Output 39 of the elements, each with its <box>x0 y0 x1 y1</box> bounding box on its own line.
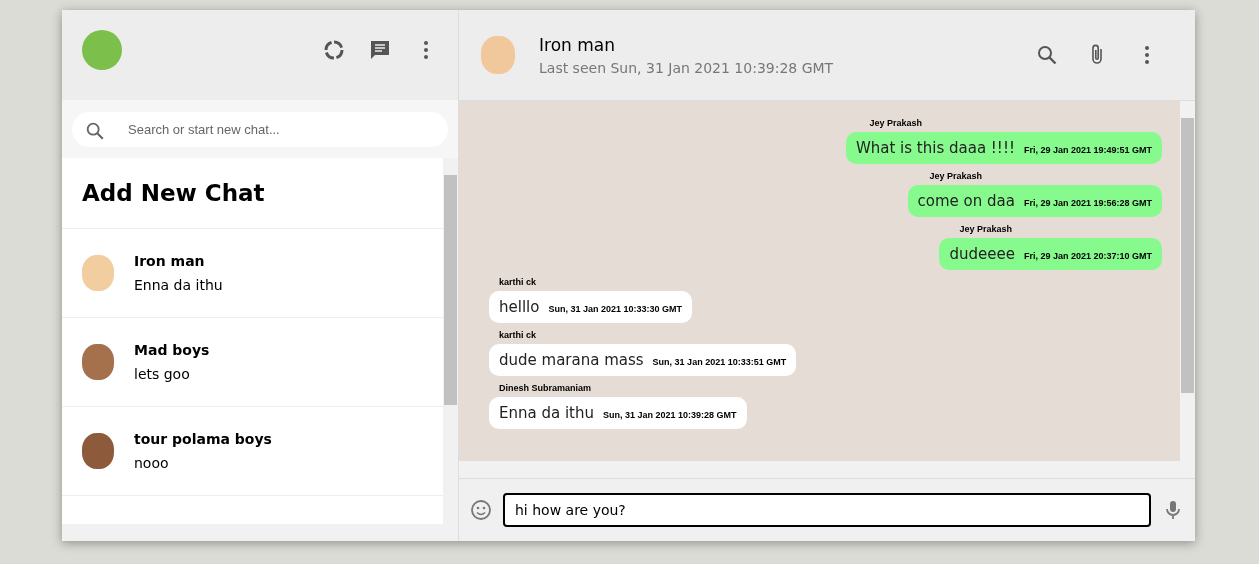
last-seen-text: Last seen Sun, 31 Jan 2021 10:39:28 GMT <box>539 59 834 76</box>
chat-list-item[interactable]: Iron man Enna da ithu <box>62 229 443 318</box>
sender-name: karthi ck <box>499 277 537 287</box>
contact-name: Iron man <box>539 34 616 55</box>
message-time: Fri, 29 Jan 2021 19:56:28 GMT <box>1023 198 1152 208</box>
message-text: Enna da ithu <box>499 404 594 422</box>
chat-name: Iron man <box>134 253 206 269</box>
message-input[interactable]: hi how are you? <box>503 493 1151 527</box>
message-text: What is this daaa !!!! <box>855 139 1015 157</box>
scrollbar[interactable] <box>443 158 458 524</box>
message-time: Fri, 29 Jan 2021 19:49:51 GMT <box>1023 145 1152 155</box>
chat-name: Mad boys <box>134 342 210 358</box>
last-message: lets goo <box>134 366 191 382</box>
last-message: nooo <box>134 455 170 471</box>
message-time: Sun, 31 Jan 2021 10:39:28 GMT <box>603 410 737 420</box>
scrollbar[interactable] <box>459 461 1195 479</box>
chat-icon[interactable] <box>368 38 392 62</box>
status-icon[interactable] <box>322 38 346 62</box>
sender-name: Jey Prakash <box>869 118 922 128</box>
chat-list-item[interactable]: tour polama boys nooo <box>62 407 443 496</box>
smiley-icon[interactable] <box>469 498 493 522</box>
sender-name: Jey Prakash <box>929 171 982 181</box>
message-time: Sun, 31 Jan 2021 10:33:51 GMT <box>652 357 787 367</box>
message-text: come on daa <box>917 192 1015 210</box>
scrollbar[interactable] <box>1180 101 1195 461</box>
search-field[interactable]: Search or start new chat... <box>72 111 448 147</box>
chat-list-item[interactable]: Mad boys lets goo <box>62 318 443 407</box>
sender-name: karthi ck <box>499 330 537 340</box>
message-time: Sun, 31 Jan 2021 10:33:30 GMT <box>548 304 682 314</box>
message-text: helllo <box>499 298 540 316</box>
sender-name: Jey Prakash <box>959 224 1012 234</box>
scrollbar[interactable] <box>62 524 458 541</box>
message-text: dudeeee <box>949 245 1015 263</box>
search-icon[interactable] <box>1035 43 1059 67</box>
message-time: Fri, 29 Jan 2021 20:37:10 GMT <box>1023 251 1152 261</box>
last-message: Enna da ithu <box>134 277 223 293</box>
sender-name: Dinesh Subramaniam <box>499 383 592 393</box>
chat-name: tour polama boys <box>134 431 272 447</box>
message-text: dude marana mass <box>499 351 644 369</box>
